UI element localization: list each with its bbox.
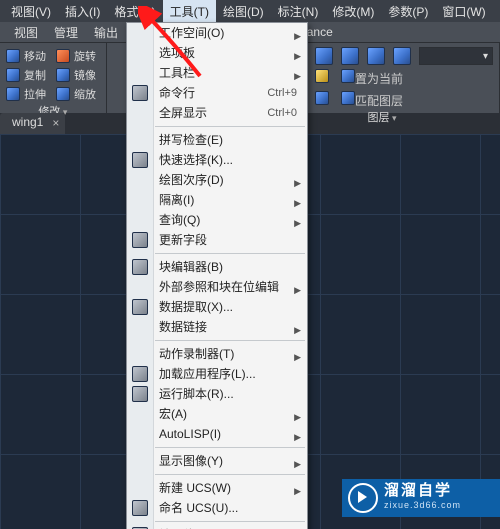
more-layers-button[interactable] <box>315 91 329 109</box>
ribbon-tab-manage[interactable]: 管理 <box>54 24 78 41</box>
menu-window[interactable]: 窗口(W) <box>435 0 492 23</box>
menu-insert[interactable]: 插入(I) <box>58 0 107 23</box>
menu-tools[interactable]: 工具(T) <box>163 0 216 23</box>
menu-item-查询Q[interactable]: 查询(Q) <box>127 210 307 230</box>
copy-icon <box>6 68 20 82</box>
menu-item-拼写检查E[interactable]: 拼写检查(E) <box>127 130 307 150</box>
block-editor-icon <box>132 259 148 275</box>
match-layer-button[interactable]: 匹配图层 <box>341 91 403 109</box>
stretch-icon <box>6 87 20 101</box>
menu-item-全屏显示[interactable]: 全屏显示Ctrl+0 <box>127 103 307 123</box>
shortcut-label: Ctrl+9 <box>267 83 297 103</box>
ribbon-tab-view[interactable]: 视图 <box>14 24 38 41</box>
star-icon[interactable] <box>393 47 411 65</box>
move-button[interactable]: 移动 <box>6 47 46 65</box>
menu-item-绘图次序D[interactable]: 绘图次序(D) <box>127 170 307 190</box>
menu-help[interactable]: 帮助(H) <box>493 0 500 23</box>
menu-separator <box>155 474 305 475</box>
menu-item-工作空间O[interactable]: 工作空间(O) <box>127 23 307 43</box>
document-tab[interactable]: wing1 × <box>0 113 65 135</box>
menu-separator <box>155 521 305 522</box>
rotate-icon <box>56 49 70 63</box>
layer-combo[interactable]: ▾ <box>419 47 493 65</box>
lock-icon <box>315 69 329 83</box>
document-tab-label: wing1 <box>12 115 43 129</box>
mirror-button[interactable]: 镜像 <box>56 66 96 84</box>
menu-item-命名UCSU[interactable]: 命名 UCS(U)... <box>127 498 307 518</box>
copy-button[interactable]: 复制 <box>6 66 46 84</box>
menu-item-地理位置L[interactable]: 地理位置(L)... <box>127 525 307 529</box>
menu-dim[interactable]: 标注(N) <box>271 0 326 23</box>
menu-item-数据链接[interactable]: 数据链接 <box>127 317 307 337</box>
menu-modify[interactable]: 修改(M) <box>325 0 381 23</box>
layer-icon-row: ▾ <box>315 47 493 65</box>
qselect-icon <box>132 152 148 168</box>
menu-item-隔离I[interactable]: 隔离(I) <box>127 190 307 210</box>
menu-item-数据提取X[interactable]: 数据提取(X)... <box>127 297 307 317</box>
menu-draw[interactable]: 绘图(D) <box>216 0 271 23</box>
ribbon-tab-output[interactable]: 输出 <box>94 24 118 41</box>
menu-item-更新字段[interactable]: 更新字段 <box>127 230 307 250</box>
menu-separator <box>155 447 305 448</box>
run-script-icon <box>132 386 148 402</box>
tools-dropdown: 工作空间(O)选项板工具栏命令行Ctrl+9全屏显示Ctrl+0 拼写检查(E)快… <box>126 22 308 529</box>
watermark-title: 溜溜自学 <box>384 484 461 498</box>
set-current-icon <box>341 69 355 83</box>
menu-item-宏A[interactable]: 宏(A) <box>127 404 307 424</box>
bulb-icon[interactable] <box>341 47 359 65</box>
menu-bar: 视图(V) 插入(I) 格式(O) 工具(T) 绘图(D) 标注(N) 修改(M… <box>0 0 500 22</box>
set-current-button[interactable]: 置为当前 <box>341 69 403 87</box>
update-field-icon <box>132 232 148 248</box>
rotate-button[interactable]: 旋转 <box>56 47 96 65</box>
sun-icon[interactable] <box>315 47 333 65</box>
stretch-button[interactable]: 拉伸 <box>6 85 46 103</box>
menu-item-新建UCSW[interactable]: 新建 UCS(W) <box>127 478 307 498</box>
menu-item-工具栏[interactable]: 工具栏 <box>127 63 307 83</box>
named-ucs-icon <box>132 500 148 516</box>
freeze-icon[interactable] <box>367 47 385 65</box>
play-icon <box>348 483 378 513</box>
more-layers-icon <box>315 91 329 105</box>
menu-item-选项板[interactable]: 选项板 <box>127 43 307 63</box>
close-icon[interactable]: × <box>52 116 59 130</box>
mirror-icon <box>56 68 70 82</box>
match-layer-icon <box>341 91 355 105</box>
watermark: 溜溜自学 zixue.3d66.com <box>342 479 500 517</box>
cmdline-icon <box>132 85 148 101</box>
menu-param[interactable]: 参数(P) <box>381 0 435 23</box>
data-extract-icon <box>132 299 148 315</box>
menu-item-AutoLISPI[interactable]: AutoLISP(I) <box>127 424 307 444</box>
move-icon <box>6 49 20 63</box>
menu-item-运行脚本R[interactable]: 运行脚本(R)... <box>127 384 307 404</box>
shortcut-label: Ctrl+0 <box>267 103 297 123</box>
watermark-sub: zixue.3d66.com <box>384 498 461 512</box>
menu-separator <box>155 340 305 341</box>
lock-button[interactable] <box>315 69 329 87</box>
menu-item-快速选择K[interactable]: 快速选择(K)... <box>127 150 307 170</box>
menu-item-命令行[interactable]: 命令行Ctrl+9 <box>127 83 307 103</box>
scale-button[interactable]: 缩放 <box>56 85 96 103</box>
ribbon-panel-modify: 移动 复制 拉伸 旋转 镜像 缩放 修改 <box>0 43 107 113</box>
load-app-icon <box>132 366 148 382</box>
menu-format[interactable]: 格式(O) <box>107 0 162 23</box>
menu-view[interactable]: 视图(V) <box>4 0 58 23</box>
menu-item-加载应用程序L[interactable]: 加载应用程序(L)... <box>127 364 307 384</box>
menu-item-显示图像Y[interactable]: 显示图像(Y) <box>127 451 307 471</box>
menu-separator <box>155 253 305 254</box>
menu-item-外部参照和块在位编辑[interactable]: 外部参照和块在位编辑 <box>127 277 307 297</box>
scale-icon <box>56 87 70 101</box>
menu-separator <box>155 126 305 127</box>
menu-item-动作录制器T[interactable]: 动作录制器(T) <box>127 344 307 364</box>
menu-item-块编辑器B[interactable]: 块编辑器(B) <box>127 257 307 277</box>
